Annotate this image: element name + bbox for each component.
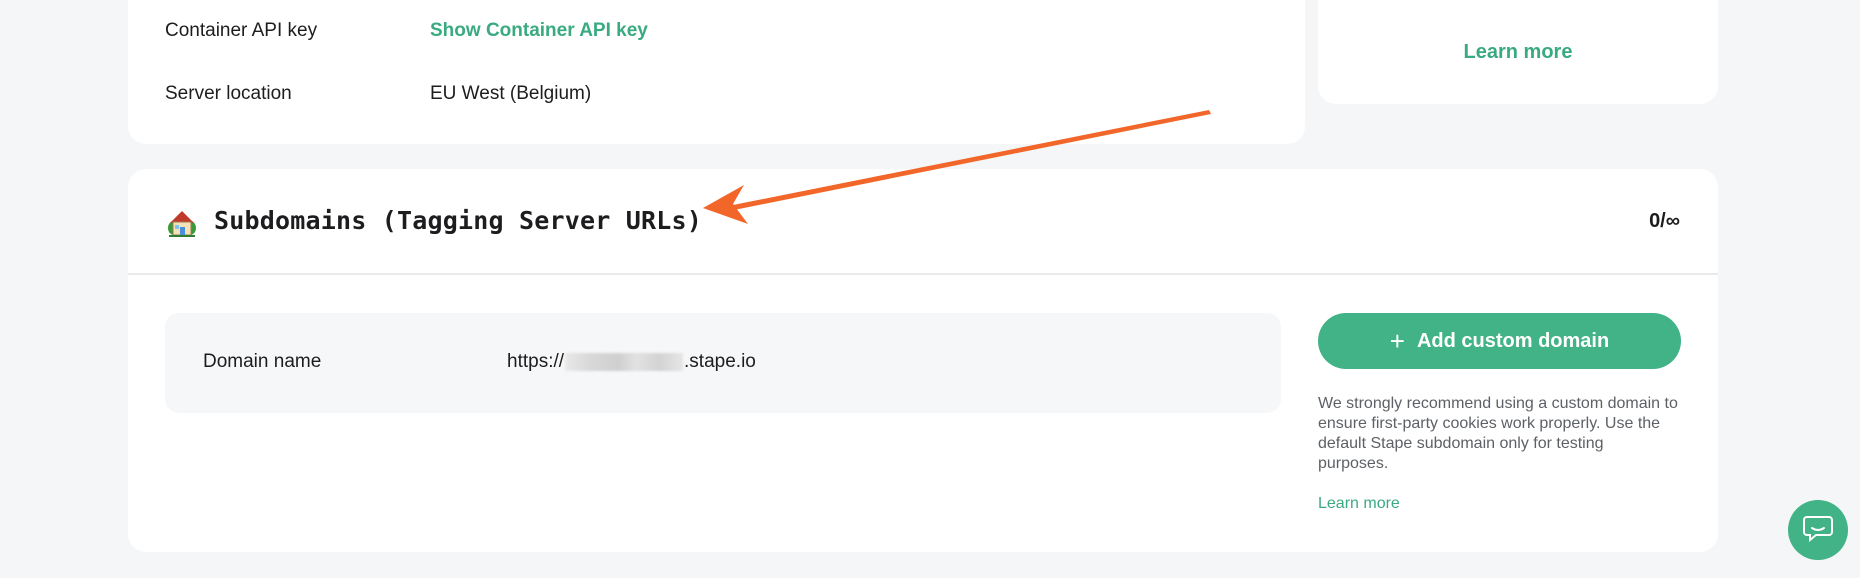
domain-prefix: https:// — [507, 351, 565, 372]
subdomains-count: 0/∞ — [1649, 210, 1680, 232]
page: Container API key Show Container API key… — [0, 0, 1860, 578]
house-with-garden-icon — [167, 208, 197, 238]
domain-row: Domain name https:// .stape.io — [165, 313, 1281, 413]
server-location-label: Server location — [165, 83, 292, 104]
domain-name-label: Domain name — [203, 351, 322, 372]
plus-icon: + — [1389, 326, 1405, 356]
side-learn-more-link[interactable]: Learn more — [1318, 41, 1718, 64]
container-settings-card: Container API key Show Container API key… — [128, 0, 1305, 144]
custom-domain-recommendation: We strongly recommend using a custom dom… — [1318, 395, 1678, 472]
chat-support-button[interactable] — [1788, 500, 1848, 560]
add-custom-domain-label: Add custom domain — [1416, 329, 1610, 352]
chat-icon — [1802, 513, 1834, 548]
subdomains-card: Subdomains (Tagging Server URLs) 0/∞ Dom… — [128, 169, 1718, 552]
show-api-key-link[interactable]: Show Container API key — [430, 20, 648, 42]
redacted-subdomain — [565, 353, 684, 371]
subdomains-learn-more-link[interactable]: Learn more — [1318, 495, 1400, 513]
subdomains-title: Subdomains (Tagging Server URLs) — [214, 206, 703, 235]
add-custom-domain-button[interactable]: + Add custom domain — [1318, 313, 1681, 369]
api-key-label: Container API key — [165, 20, 318, 41]
side-info-card: Learn more — [1318, 0, 1718, 104]
domain-name-value: https:// .stape.io — [507, 351, 756, 373]
subdomains-header: Subdomains (Tagging Server URLs) 0/∞ — [128, 169, 1718, 275]
domain-suffix: .stape.io — [684, 351, 756, 372]
server-location-value: EU West (Belgium) — [430, 83, 592, 104]
